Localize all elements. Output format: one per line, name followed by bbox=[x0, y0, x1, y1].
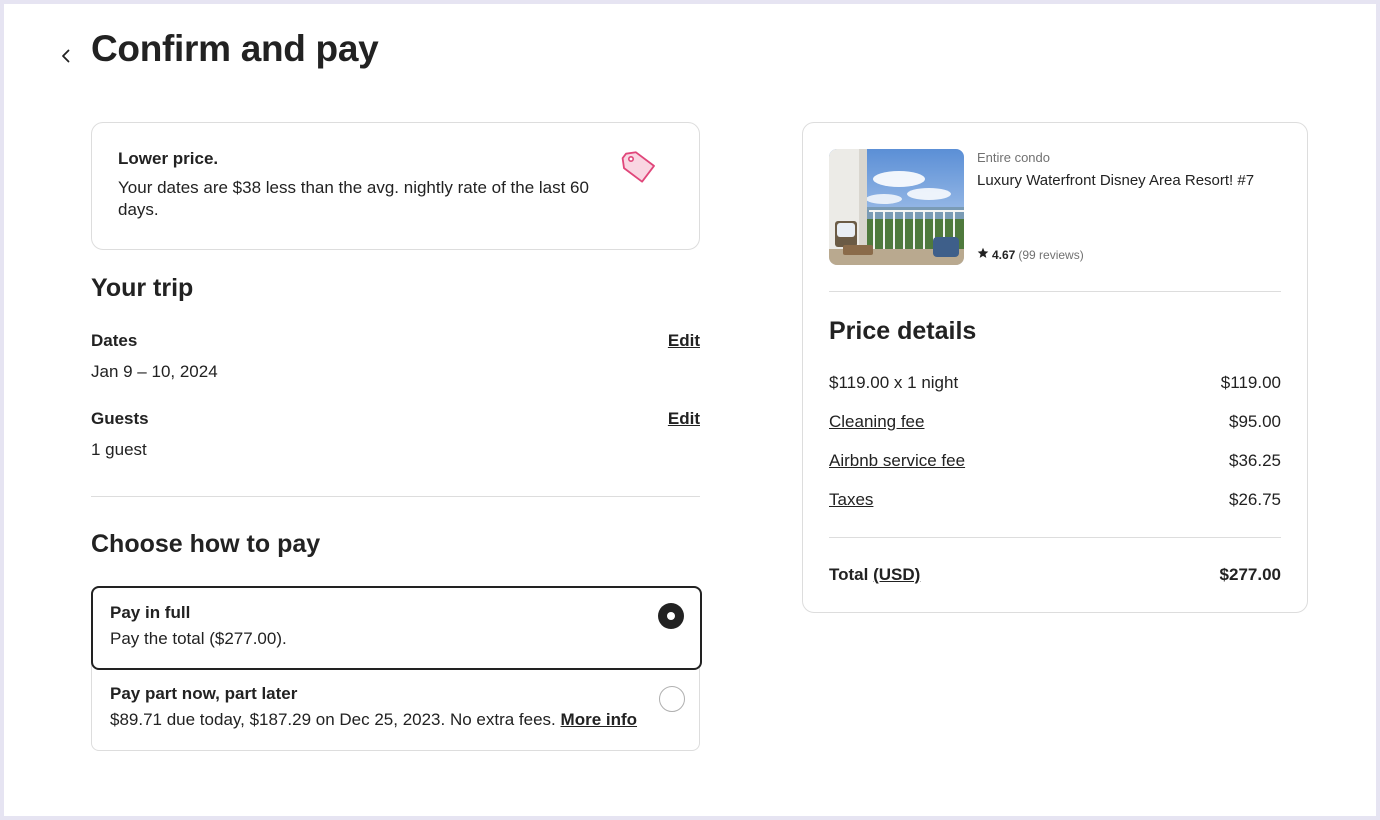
edit-guests-link[interactable]: Edit bbox=[668, 409, 700, 429]
back-button[interactable] bbox=[48, 40, 84, 76]
taxes-link[interactable]: Taxes bbox=[829, 490, 873, 510]
price-amount: $26.75 bbox=[1229, 490, 1281, 509]
price-details-heading: Price details bbox=[829, 317, 977, 345]
guests-label: Guests bbox=[91, 409, 149, 428]
divider bbox=[829, 291, 1281, 292]
divider bbox=[91, 496, 700, 497]
lower-price-text: Your dates are $38 less than the avg. ni… bbox=[118, 178, 589, 219]
pay-part-description: $89.71 due today, $187.29 on Dec 25, 202… bbox=[110, 710, 556, 729]
star-icon bbox=[977, 247, 989, 262]
price-tag-icon bbox=[621, 149, 657, 190]
lower-price-card: Lower price. Your dates are $38 less tha… bbox=[91, 122, 700, 250]
more-info-link[interactable]: More info bbox=[561, 710, 638, 729]
price-row-taxes: Taxes $26.75 bbox=[829, 490, 1281, 510]
listing-title: Luxury Waterfront Disney Area Resort! #7 bbox=[977, 172, 1255, 189]
total-label: Total bbox=[829, 565, 869, 584]
pay-in-full-option[interactable]: Pay in full Pay the total ($277.00). bbox=[91, 586, 702, 670]
total-row: Total (USD) $277.00 bbox=[829, 565, 1281, 585]
guests-value: 1 guest bbox=[91, 440, 147, 459]
dates-label: Dates bbox=[91, 331, 138, 350]
pay-part-radio[interactable] bbox=[659, 686, 685, 712]
price-row-service: Airbnb service fee $36.25 bbox=[829, 451, 1281, 471]
pay-part-option[interactable]: Pay part now, part later $89.71 due toda… bbox=[92, 669, 701, 751]
listing-summary-card: Entire condo Luxury Waterfront Disney Ar… bbox=[802, 122, 1308, 613]
dates-value: Jan 9 – 10, 2024 bbox=[91, 362, 218, 381]
pay-option-subtitle: $89.71 due today, $187.29 on Dec 25, 202… bbox=[110, 710, 683, 730]
total-label-group: Total (USD) bbox=[829, 565, 920, 585]
price-row-nightly: $119.00 x 1 night $119.00 bbox=[829, 373, 1281, 393]
cleaning-fee-link[interactable]: Cleaning fee bbox=[829, 412, 924, 432]
edit-dates-link[interactable]: Edit bbox=[668, 331, 700, 351]
price-amount: $95.00 bbox=[1229, 412, 1281, 431]
pay-option-title: Pay in full bbox=[110, 603, 191, 622]
listing-rating: 4.67 (99 reviews) bbox=[977, 247, 1084, 262]
chevron-left-icon bbox=[58, 48, 74, 69]
checkout-page: Confirm and pay Lower price. Your dates … bbox=[4, 4, 1376, 816]
review-count: (99 reviews) bbox=[1018, 247, 1084, 262]
rating-score: 4.67 bbox=[992, 247, 1016, 262]
payment-options: Pay in full Pay the total ($277.00). Pay… bbox=[91, 586, 702, 751]
price-row-cleaning: Cleaning fee $95.00 bbox=[829, 412, 1281, 432]
choose-pay-heading: Choose how to pay bbox=[91, 530, 321, 558]
lower-price-title: Lower price. bbox=[118, 149, 219, 168]
currency-link[interactable]: (USD) bbox=[873, 565, 920, 584]
price-label: $119.00 x 1 night bbox=[829, 373, 959, 392]
listing-type: Entire condo bbox=[977, 150, 1050, 165]
your-trip-heading: Your trip bbox=[91, 274, 194, 302]
price-amount: $119.00 bbox=[1220, 373, 1281, 392]
pay-option-title: Pay part now, part later bbox=[110, 684, 298, 703]
pay-in-full-radio[interactable] bbox=[658, 603, 684, 629]
price-amount: $36.25 bbox=[1229, 451, 1281, 470]
listing-photo bbox=[829, 149, 964, 265]
pay-option-subtitle: Pay the total ($277.00). bbox=[110, 629, 287, 648]
page-title: Confirm and pay bbox=[91, 28, 379, 69]
total-amount: $277.00 bbox=[1219, 565, 1281, 584]
service-fee-link[interactable]: Airbnb service fee bbox=[829, 451, 965, 471]
divider bbox=[829, 537, 1281, 538]
